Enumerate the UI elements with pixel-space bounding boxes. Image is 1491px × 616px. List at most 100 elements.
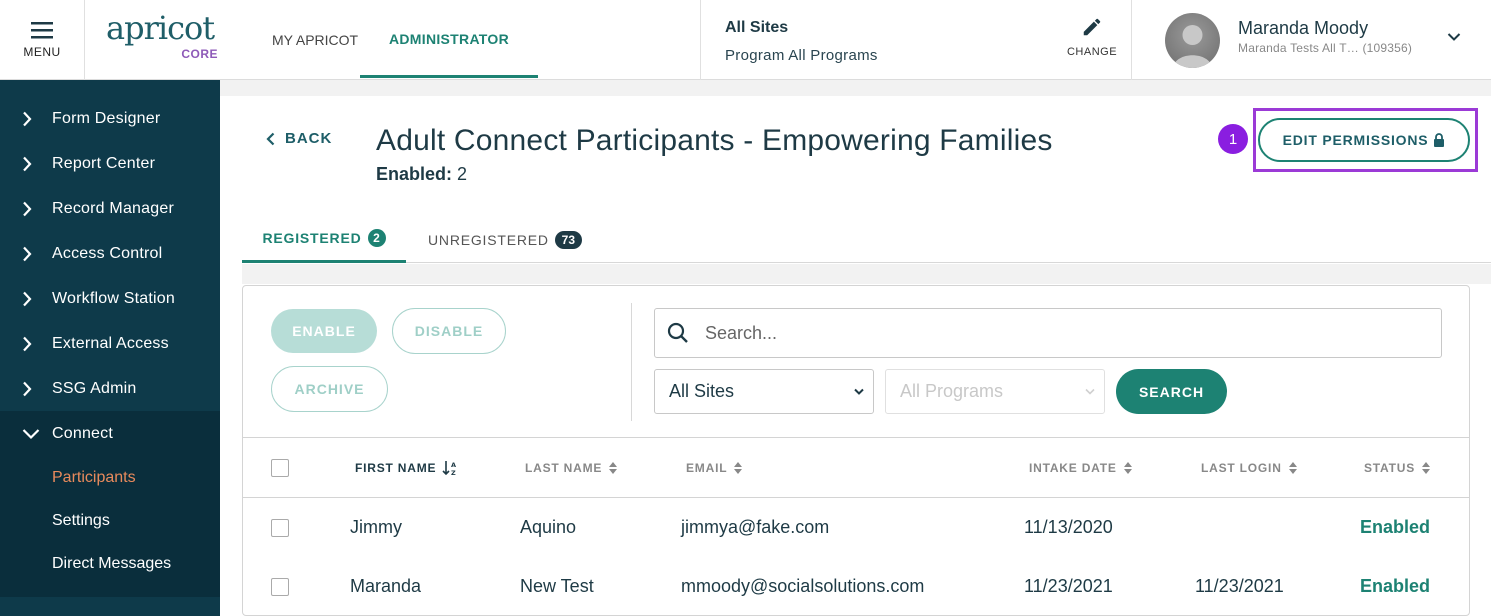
sort-icon — [1422, 461, 1431, 474]
toolbar-divider — [631, 303, 632, 421]
cell-last-name: Aquino — [520, 517, 577, 537]
sidebar-item-label: Record Manager — [52, 199, 174, 217]
sidebar-item-record-manager[interactable]: Record Manager — [0, 186, 220, 231]
svg-text:A: A — [451, 461, 457, 469]
content-separator — [242, 264, 1491, 284]
count-badge: 2 — [367, 229, 386, 247]
sidebar-item-label: Workflow Station — [52, 289, 175, 307]
sort-icon — [1288, 461, 1297, 474]
tab-unregistered[interactable]: UNREGISTERED 73 — [428, 216, 582, 263]
chevron-right-icon — [23, 336, 32, 351]
svg-text:Z: Z — [451, 469, 457, 476]
top-bar: MENU apricot CORE MY APRICOT ADMINISTRAT… — [0, 0, 1491, 80]
back-button[interactable]: BACK — [266, 130, 332, 147]
column-first-name[interactable]: FIRST NAME AZ — [355, 438, 458, 497]
logo-wordmark: apricot — [106, 9, 215, 47]
cell-status: Enabled — [1360, 576, 1431, 596]
site-selector: All Sites Program All Programs CHANGE — [700, 0, 1132, 80]
tab-label: REGISTERED — [262, 230, 362, 246]
site-program: Program All Programs — [725, 47, 878, 64]
pencil-icon — [1083, 18, 1101, 36]
cell-first-name[interactable]: Jimmy — [350, 498, 402, 557]
sidebar-item-label: Report Center — [52, 154, 156, 172]
archive-button[interactable]: ARCHIVE — [271, 366, 388, 412]
sites-select[interactable]: All Sites — [654, 369, 874, 414]
sort-icon — [1123, 461, 1132, 474]
sidebar-item-report-center[interactable]: Report Center — [0, 141, 220, 186]
cell-email: mmoody@socialsolutions.com — [681, 576, 925, 596]
page-title: Adult Connect Participants - Empowering … — [376, 124, 1053, 157]
apricot-logo[interactable]: apricot CORE — [106, 10, 226, 70]
user-menu[interactable]: Maranda Moody Maranda Tests All T… (1093… — [1132, 0, 1491, 80]
nav-tab-administrator[interactable]: ADMINISTRATOR — [360, 0, 538, 78]
sort-icon — [609, 461, 618, 474]
sidebar-item-connect[interactable]: Connect — [0, 411, 220, 456]
chevron-right-icon — [23, 111, 32, 126]
table-row: Maranda New Test mmoody@socialsolutions.… — [243, 557, 1469, 616]
chevron-down-icon — [22, 428, 40, 439]
sites-select-value: All Sites — [669, 381, 735, 401]
sidebar-subitem-settings[interactable]: Settings — [0, 499, 220, 542]
search-icon — [667, 322, 688, 343]
logo-sub: CORE — [181, 47, 218, 61]
sidebar-subitem-direct-messages[interactable]: Direct Messages — [0, 542, 220, 585]
disable-button[interactable]: DISABLE — [392, 308, 506, 354]
sidebar: Form Designer Report Center Record Manag… — [0, 80, 220, 616]
programs-select-value: All Programs — [900, 381, 1004, 401]
row-checkbox[interactable] — [271, 578, 289, 596]
column-label: LAST LOGIN — [1201, 460, 1282, 475]
sidebar-item-ssg-admin[interactable]: SSG Admin — [0, 366, 220, 411]
sidebar-item-label: SSG Admin — [52, 379, 137, 397]
sidebar-item-label: Access Control — [52, 244, 163, 262]
cell-last-name: New Test — [520, 576, 594, 596]
sort-icon — [734, 461, 743, 474]
sidebar-item-access-control[interactable]: Access Control — [0, 231, 220, 276]
programs-select[interactable]: All Programs — [885, 369, 1105, 414]
cell-first-name[interactable]: Maranda — [350, 557, 421, 616]
sidebar-item-label: External Access — [52, 334, 169, 352]
enabled-value: 2 — [457, 164, 468, 184]
chevron-left-icon — [266, 132, 275, 145]
change-label: CHANGE — [1066, 46, 1118, 58]
column-intake-date[interactable]: INTAKE DATE — [1029, 438, 1133, 497]
sidebar-subitem-participants[interactable]: Participants — [0, 456, 220, 499]
sidebar-item-external-access[interactable]: External Access — [0, 321, 220, 366]
nav-tab-my-apricot[interactable]: MY APRICOT — [272, 0, 358, 80]
sidebar-item-form-designer[interactable]: Form Designer — [0, 96, 220, 141]
step-badge: 1 — [1218, 124, 1248, 154]
cell-status: Enabled — [1360, 517, 1431, 537]
chevron-right-icon — [23, 201, 32, 216]
user-name: Maranda Moody — [1238, 18, 1369, 38]
enabled-label: Enabled: — [376, 164, 453, 184]
back-label: BACK — [285, 130, 333, 147]
column-label: FIRST NAME — [355, 460, 437, 475]
tab-registered[interactable]: REGISTERED 2 — [242, 216, 406, 263]
search-box — [654, 308, 1442, 358]
sort-ascending-icon: AZ — [442, 460, 457, 476]
edit-permissions-button[interactable]: EDIT PERMISSIONS — [1258, 118, 1470, 162]
cell-email: jimmya@fake.com — [681, 517, 830, 537]
sidebar-item-workflow-station[interactable]: Workflow Station — [0, 276, 220, 321]
menu-button[interactable]: MENU — [0, 0, 85, 80]
menu-label: MENU — [23, 45, 61, 59]
table-row: Jimmy Aquino jimmya@fake.com 11/13/2020 … — [243, 498, 1469, 557]
enabled-count: Enabled: 2 — [376, 164, 467, 185]
site-name: All Sites — [725, 19, 789, 36]
search-input[interactable] — [705, 322, 1405, 344]
chevron-right-icon — [23, 381, 32, 396]
table-header: FIRST NAME AZ LAST NAME EMAIL INTAKE DAT… — [243, 437, 1469, 498]
chevron-down-icon — [1447, 33, 1461, 41]
sidebar-item-label: Connect — [52, 424, 113, 442]
change-site-button[interactable]: CHANGE — [1067, 16, 1117, 58]
column-status[interactable]: STATUS — [1364, 438, 1431, 497]
select-all-checkbox[interactable] — [271, 459, 289, 477]
cell-intake-date: 11/23/2021 — [1024, 576, 1113, 596]
row-checkbox[interactable] — [271, 519, 289, 537]
column-email[interactable]: EMAIL — [686, 438, 743, 497]
search-button[interactable]: SEARCH — [1116, 369, 1227, 414]
chevron-down-icon — [854, 388, 864, 395]
enable-button[interactable]: ENABLE — [271, 309, 377, 353]
sidebar-item-label: Form Designer — [52, 109, 161, 127]
column-last-login[interactable]: LAST LOGIN — [1201, 438, 1298, 497]
column-last-name[interactable]: LAST NAME — [525, 438, 618, 497]
